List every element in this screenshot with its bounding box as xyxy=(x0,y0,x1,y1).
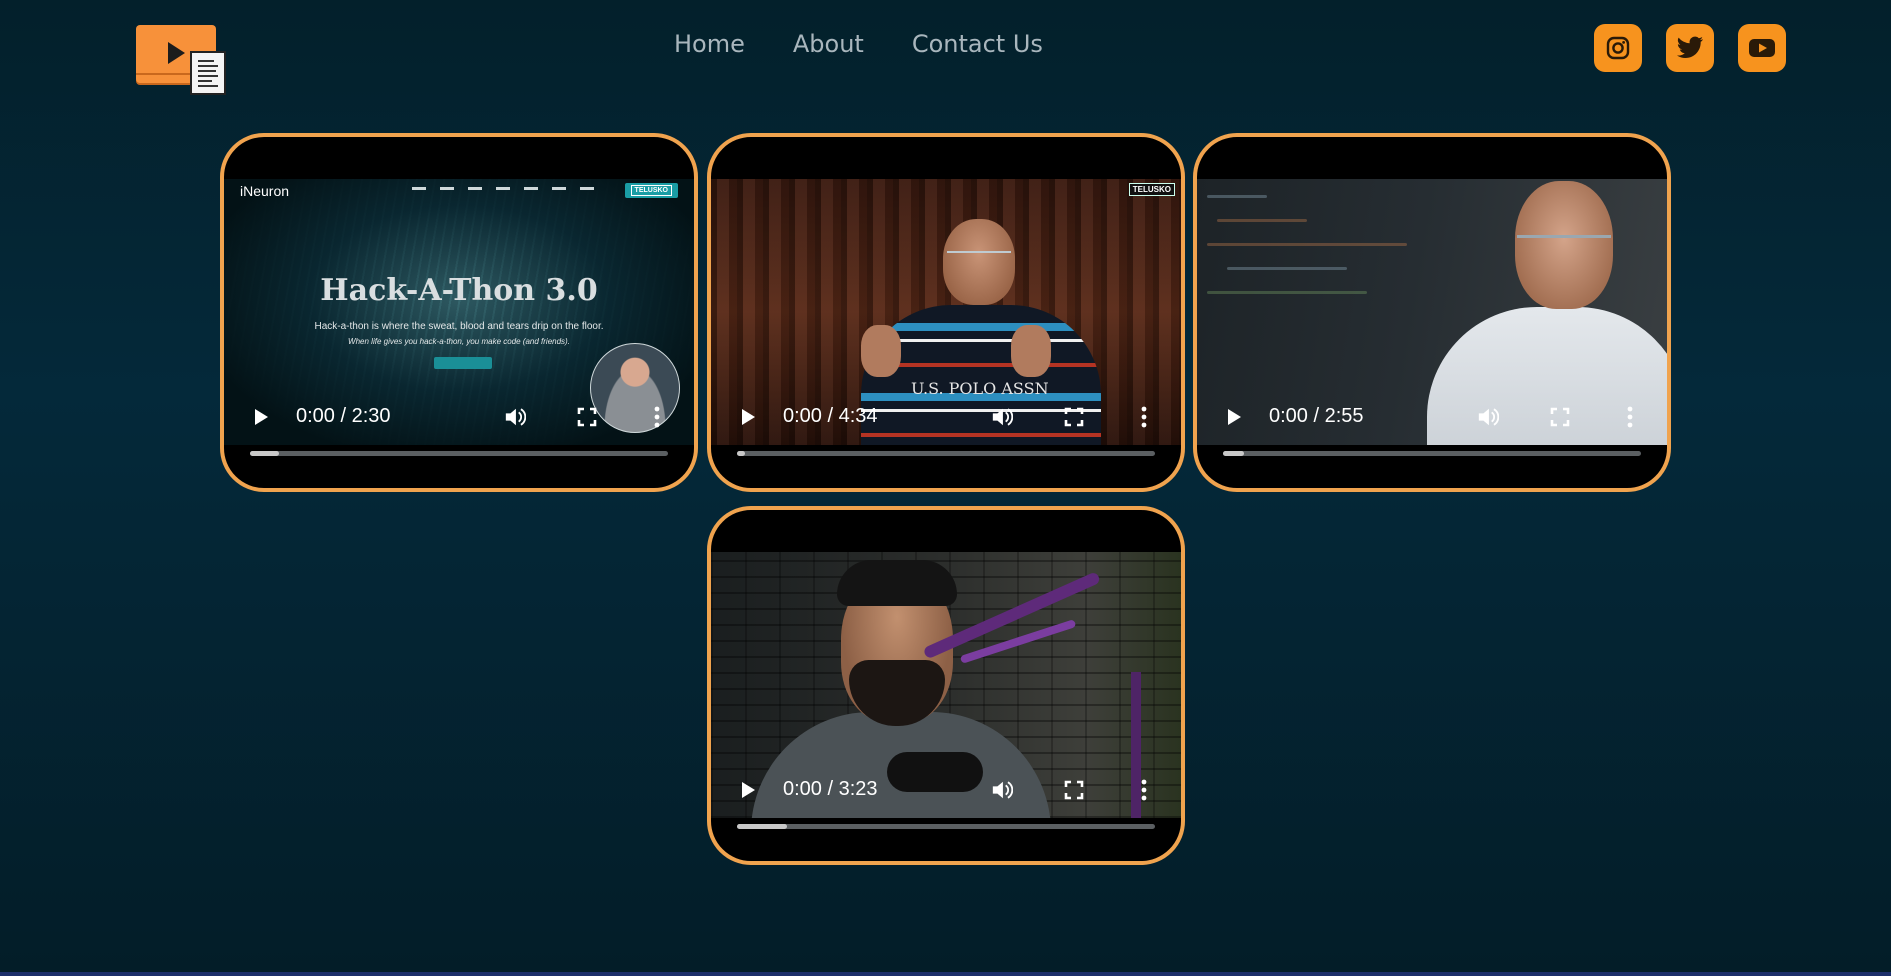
code-line xyxy=(1217,219,1307,222)
instagram-icon[interactable] xyxy=(1594,24,1642,72)
progress-bar[interactable] xyxy=(737,824,1155,829)
bottom-edge xyxy=(0,972,1891,976)
code-line xyxy=(1207,195,1267,198)
player-controls: 0:00 / 2:55 xyxy=(1197,396,1667,436)
time-display: 0:00 / 3:23 xyxy=(783,778,878,800)
thumbnail-headline: Hack-A-Thon 3.0 xyxy=(320,273,598,308)
thumbnail-subtitle: Hack-a-thon is where the sweat, blood an… xyxy=(314,321,604,332)
code-line xyxy=(1207,291,1367,294)
code-line xyxy=(1227,267,1347,270)
player-controls: 0:00 / 2:30 xyxy=(224,396,694,436)
nav-contact-link[interactable]: Contact Us xyxy=(912,30,1043,58)
site-logo[interactable] xyxy=(136,25,228,97)
progress-bar[interactable] xyxy=(737,451,1155,456)
speaker-head xyxy=(1515,181,1613,309)
speaker-hair xyxy=(837,560,957,606)
play-icon[interactable] xyxy=(1223,406,1245,428)
play-icon[interactable] xyxy=(737,406,759,428)
youtube-icon[interactable] xyxy=(1738,24,1786,72)
progress-buffered xyxy=(737,451,746,456)
fullscreen-icon[interactable] xyxy=(1549,406,1571,428)
progress-buffered xyxy=(250,451,280,456)
video-card-2[interactable]: TELUSKO U.S. POLO ASSN 0:00 / 4:34 xyxy=(707,133,1185,492)
volume-icon[interactable] xyxy=(991,779,1013,801)
main-nav: Home About Contact Us xyxy=(674,30,1043,58)
play-icon[interactable] xyxy=(737,779,759,801)
video-card-3[interactable]: 0:00 / 2:55 xyxy=(1193,133,1671,492)
player-controls: 0:00 / 4:34 xyxy=(711,396,1181,436)
progress-buffered xyxy=(737,824,788,829)
twitter-icon[interactable] xyxy=(1666,24,1714,72)
fullscreen-icon[interactable] xyxy=(1063,779,1085,801)
more-options-icon[interactable] xyxy=(1133,406,1155,428)
speaker-glasses xyxy=(1517,235,1611,238)
play-icon[interactable] xyxy=(250,406,272,428)
thumbnail-menu xyxy=(412,187,594,190)
progress-bar[interactable] xyxy=(1223,451,1641,456)
thumbnail-register-button xyxy=(434,357,492,369)
progress-bar[interactable] xyxy=(250,451,668,456)
nav-home-link[interactable]: Home xyxy=(674,30,745,58)
fullscreen-icon[interactable] xyxy=(576,406,598,428)
telusko-badge: TELUSKO xyxy=(1128,183,1175,196)
volume-icon[interactable] xyxy=(1477,406,1499,428)
time-display: 0:00 / 2:55 xyxy=(1269,405,1364,427)
video-card-1[interactable]: iNeuron TELUSKO Hack-A-Thon 3.0 Hack-a-t… xyxy=(220,133,698,492)
speaker-hand xyxy=(861,325,901,377)
code-line xyxy=(1207,243,1407,246)
social-links xyxy=(1594,24,1786,72)
more-options-icon[interactable] xyxy=(646,406,668,428)
volume-icon[interactable] xyxy=(991,406,1013,428)
speaker-glasses xyxy=(947,251,1011,263)
telusko-badge: TELUSKO xyxy=(624,183,678,198)
time-display: 0:00 / 4:34 xyxy=(783,405,878,427)
ineuron-brand-text: iNeuron xyxy=(240,183,290,199)
speaker-hand xyxy=(1011,325,1051,377)
fullscreen-icon[interactable] xyxy=(1063,406,1085,428)
time-display: 0:00 / 2:30 xyxy=(296,405,391,427)
player-controls: 0:00 / 3:23 xyxy=(711,769,1181,809)
more-options-icon[interactable] xyxy=(1619,406,1641,428)
document-icon xyxy=(190,51,226,95)
volume-icon[interactable] xyxy=(504,406,526,428)
nav-about-link[interactable]: About xyxy=(793,30,864,58)
progress-buffered xyxy=(1223,451,1244,456)
video-card-4[interactable]: 0:00 / 3:23 xyxy=(707,506,1185,865)
more-options-icon[interactable] xyxy=(1133,779,1155,801)
